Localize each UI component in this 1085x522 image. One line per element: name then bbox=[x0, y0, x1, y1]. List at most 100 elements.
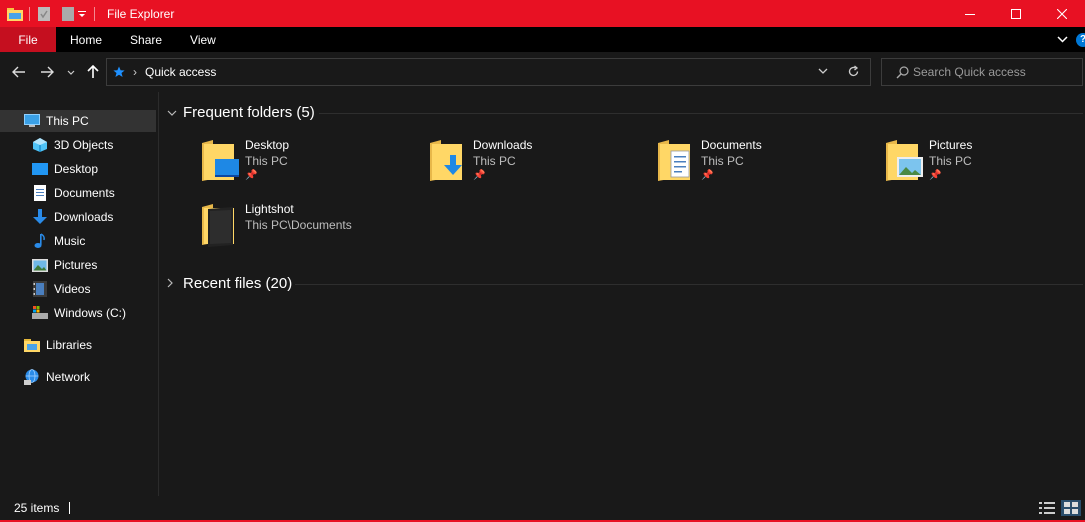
tab-view[interactable]: View bbox=[176, 27, 230, 52]
pin-icon[interactable]: 📌 bbox=[473, 169, 532, 183]
folder-location: This PC bbox=[929, 154, 972, 168]
folder-location: This PC bbox=[701, 154, 744, 168]
recent-locations-button[interactable] bbox=[64, 63, 78, 81]
folder-tile-documents[interactable]: Documents This PC 📌 bbox=[655, 137, 875, 195]
network-icon bbox=[24, 369, 40, 385]
chevron-down-icon bbox=[67, 70, 75, 75]
up-button[interactable] bbox=[84, 63, 102, 81]
sidebar-item-label: Network bbox=[46, 370, 91, 384]
forward-button[interactable] bbox=[38, 63, 56, 81]
sidebar-item-downloads[interactable]: Downloads bbox=[32, 206, 113, 228]
back-arrow-icon bbox=[12, 66, 25, 78]
libraries-icon bbox=[24, 337, 40, 353]
toolbar-separator bbox=[94, 6, 95, 21]
details-view-icon[interactable] bbox=[1037, 500, 1057, 516]
folder-tile-downloads[interactable]: Downloads This PC 📌 bbox=[427, 137, 647, 195]
group-divider bbox=[319, 113, 1083, 114]
close-icon bbox=[1057, 8, 1067, 19]
folder-location: This PC\Documents bbox=[245, 218, 352, 232]
folder-tile-desktop[interactable]: Desktop This PC 📌 bbox=[199, 137, 419, 195]
videos-icon bbox=[32, 281, 48, 297]
sidebar-item-libraries[interactable]: Libraries bbox=[24, 334, 92, 356]
ribbon-right-controls: ? bbox=[1057, 27, 1085, 52]
search-box[interactable] bbox=[881, 58, 1083, 86]
folder-tile-lightshot[interactable]: Lightshot This PC\Documents bbox=[199, 201, 419, 259]
quick-access-toolbar bbox=[0, 0, 101, 27]
window-controls bbox=[947, 0, 1085, 27]
sidebar-item-label: Windows (C:) bbox=[54, 306, 127, 320]
maximize-button[interactable] bbox=[993, 0, 1039, 27]
sidebar-item-label: Downloads bbox=[54, 210, 114, 224]
minimize-button[interactable] bbox=[947, 0, 993, 27]
sidebar-item-label: Libraries bbox=[46, 338, 93, 352]
drive-icon bbox=[32, 305, 48, 321]
chevron-right-icon bbox=[167, 277, 181, 291]
tab-share[interactable]: Share bbox=[116, 27, 176, 52]
folder-app-icon[interactable] bbox=[7, 6, 23, 22]
large-icons-view-icon[interactable] bbox=[1061, 500, 1081, 516]
tab-file[interactable]: File bbox=[0, 27, 56, 52]
folder-location: This PC bbox=[473, 154, 516, 168]
frequent-folders-header[interactable]: Frequent folders (5) bbox=[167, 104, 315, 121]
sidebar-item-documents[interactable]: Documents bbox=[32, 182, 115, 204]
folder-name: Desktop bbox=[245, 138, 290, 152]
sidebar-item-label: 3D Objects bbox=[54, 138, 114, 152]
help-button[interactable]: ? bbox=[1076, 32, 1085, 47]
sidebar-item-3d-objects[interactable]: 3D Objects bbox=[32, 134, 113, 156]
address-bar[interactable]: › Quick access bbox=[106, 58, 871, 86]
title-bar[interactable]: File Explorer bbox=[0, 0, 1085, 27]
folder-location: This PC bbox=[245, 154, 288, 168]
folder-name: Downloads bbox=[473, 138, 533, 152]
close-button[interactable] bbox=[1039, 0, 1085, 27]
recent-files-header[interactable]: Recent files (20) bbox=[167, 275, 292, 292]
refresh-icon[interactable] bbox=[847, 65, 860, 78]
search-input[interactable] bbox=[913, 65, 1073, 79]
chevron-down-icon bbox=[167, 106, 181, 120]
sidebar-item-this-pc[interactable]: This PC bbox=[0, 110, 156, 132]
sidebar-item-network[interactable]: Network bbox=[24, 366, 90, 388]
sidebar-item-desktop[interactable]: Desktop bbox=[32, 158, 98, 180]
desktop-folder-icon bbox=[199, 137, 239, 185]
pin-icon[interactable]: 📌 bbox=[245, 169, 289, 183]
forward-arrow-icon bbox=[41, 66, 54, 78]
tile-info: Downloads This PC 📌 bbox=[473, 137, 532, 195]
documents-icon bbox=[32, 185, 48, 201]
folder-name: Pictures bbox=[929, 138, 973, 152]
sidebar-item-windows-c[interactable]: Windows (C:) bbox=[32, 302, 126, 324]
maximize-icon bbox=[1011, 8, 1021, 19]
back-button[interactable] bbox=[10, 63, 28, 81]
this-pc-icon bbox=[24, 113, 40, 129]
tile-info: Desktop This PC 📌 bbox=[245, 137, 289, 195]
customize-toolbar-icon[interactable] bbox=[76, 6, 88, 22]
folder-name: Documents bbox=[701, 138, 762, 152]
tile-info: Documents This PC 📌 bbox=[701, 137, 762, 195]
pin-icon[interactable]: 📌 bbox=[701, 169, 762, 183]
sidebar-item-label: Music bbox=[54, 234, 86, 248]
address-dropdown-icon[interactable] bbox=[818, 68, 828, 74]
downloads-icon bbox=[32, 209, 48, 225]
breadcrumb-chevron-icon: › bbox=[133, 65, 137, 79]
folder-name: Lightshot bbox=[245, 202, 294, 216]
properties-icon[interactable] bbox=[36, 6, 52, 22]
breadcrumb-location[interactable]: Quick access bbox=[145, 65, 216, 79]
new-folder-icon[interactable] bbox=[60, 6, 76, 22]
downloads-folder-icon bbox=[427, 137, 467, 185]
sidebar-item-videos[interactable]: Videos bbox=[32, 278, 90, 300]
pin-icon[interactable]: 📌 bbox=[929, 169, 972, 183]
music-icon bbox=[32, 233, 48, 249]
pictures-icon bbox=[32, 257, 48, 273]
navigation-bar: › Quick access bbox=[0, 52, 1085, 92]
sidebar-item-music[interactable]: Music bbox=[32, 230, 85, 252]
sidebar-item-pictures[interactable]: Pictures bbox=[32, 254, 97, 276]
sidebar-item-label: This PC bbox=[46, 114, 89, 128]
documents-folder-icon bbox=[655, 137, 695, 185]
group-title: Recent files (20) bbox=[183, 275, 293, 292]
status-bar: 25 items bbox=[0, 496, 1085, 522]
tile-info: Pictures This PC 📌 bbox=[929, 137, 972, 195]
pictures-folder-icon bbox=[883, 137, 923, 185]
expand-ribbon-icon[interactable] bbox=[1057, 36, 1068, 43]
navigation-pane: This PC 3D Objects Desktop Documents Dow… bbox=[0, 92, 158, 496]
tab-home[interactable]: Home bbox=[56, 27, 116, 52]
ribbon-tabs: File Home Share View ? bbox=[0, 27, 1085, 52]
folder-tile-pictures[interactable]: Pictures This PC 📌 bbox=[883, 137, 1085, 195]
